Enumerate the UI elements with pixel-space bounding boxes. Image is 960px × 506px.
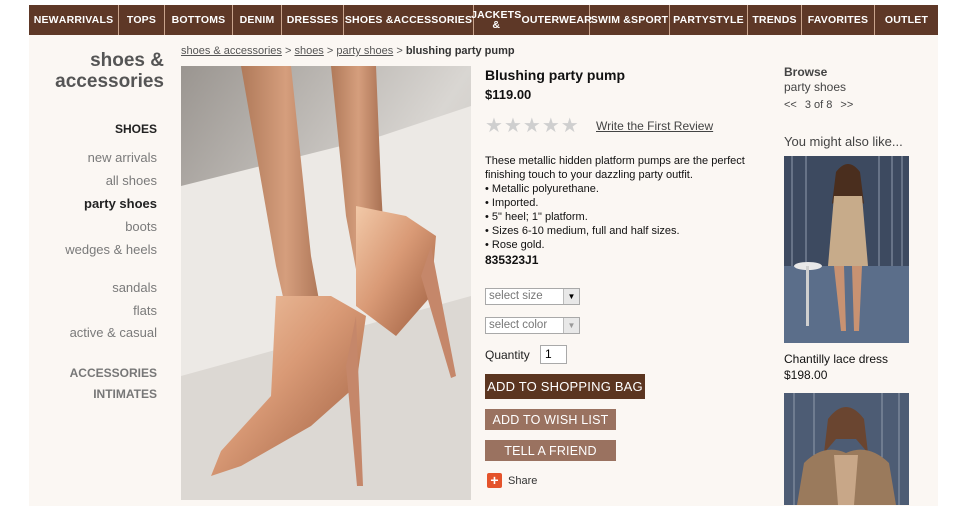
nav-item-jackets-outerwear[interactable]: JACKETS & OUTERWEAR bbox=[471, 5, 592, 35]
quantity-label: Quantity bbox=[485, 348, 530, 362]
browse-pager: << 3 of 8 >> bbox=[784, 99, 853, 111]
next-product-button[interactable]: >> bbox=[840, 99, 853, 111]
product-description: These metallic hidden platform pumps are… bbox=[485, 154, 775, 267]
breadcrumb-separator: > bbox=[326, 45, 334, 57]
breadcrumb-current: blushing party pump bbox=[405, 45, 515, 57]
description-text: These metallic hidden platform pumps are… bbox=[485, 155, 745, 181]
feature-item: • Imported. bbox=[485, 197, 539, 209]
nav-item-outlet[interactable]: OUTLET bbox=[875, 5, 938, 35]
sidebar-section-label: ACCESSORIES bbox=[69, 366, 157, 380]
breadcrumb-separator: > bbox=[284, 45, 292, 57]
star-icon[interactable]: ★ bbox=[542, 116, 560, 136]
sidebar-item-label: boots bbox=[125, 219, 157, 234]
breadcrumb-link-shoes[interactable]: shoes bbox=[294, 45, 323, 57]
product-image[interactable] bbox=[181, 66, 471, 500]
sidebar-item-accessories[interactable]: ACCESSORIES bbox=[40, 366, 157, 380]
feature-list: • Metallic polyurethane. • Imported. • 5" … bbox=[485, 182, 775, 252]
sidebar-item-label: flats bbox=[133, 303, 157, 318]
write-review-link[interactable]: Write the First Review bbox=[596, 119, 713, 133]
nav-item-shoes-accessories[interactable]: SHOES & ACCESSORIES bbox=[344, 5, 474, 35]
sidebar-item-sandals[interactable]: sandals bbox=[40, 280, 157, 295]
product-sku: 835323J1 bbox=[485, 253, 539, 267]
nav-item-new-arrivals[interactable]: NEW ARRIVALS bbox=[29, 5, 119, 35]
sidebar-item-label: sandals bbox=[112, 280, 157, 295]
star-icon[interactable]: ★ bbox=[485, 116, 503, 136]
sidebar-item-active-casual[interactable]: active & casual bbox=[40, 325, 157, 340]
sidebar-item-wedges-heels[interactable]: wedges & heels bbox=[40, 242, 157, 257]
nav-item-dresses[interactable]: DRESSES bbox=[282, 5, 344, 35]
product-photo-shoe bbox=[181, 66, 471, 500]
sidebar-heading-label: SHOES bbox=[114, 122, 157, 136]
top-navigation: NEW ARRIVALS TOPS BOTTOMS DENIM DRESSES SHOES … bbox=[29, 5, 938, 35]
nav-item-favorites[interactable]: FAVORITES bbox=[802, 5, 875, 35]
product-price: $119.00 bbox=[485, 87, 532, 102]
recommendation-image-fur-jacket[interactable] bbox=[784, 393, 909, 505]
size-select-value: select size bbox=[489, 290, 543, 302]
product-title: Blushing party pump bbox=[485, 67, 625, 83]
color-select-value: select color bbox=[489, 319, 548, 331]
jacket-photo bbox=[784, 393, 909, 505]
sidebar-item-new-arrivals[interactable]: new arrivals bbox=[40, 150, 157, 165]
recommendation-image-lace-dress[interactable] bbox=[784, 156, 909, 343]
quantity-input[interactable]: 1 bbox=[540, 345, 567, 364]
sidebar-item-label: new arrivals bbox=[87, 150, 157, 165]
breadcrumb-link-shoes-accessories[interactable]: shoes & accessories bbox=[181, 45, 282, 57]
sidebar-heading-shoes[interactable]: SHOES bbox=[40, 122, 157, 136]
nav-item-swim-sport[interactable]: SWIM & SPORT bbox=[590, 5, 670, 35]
sidebar-item-label: active & casual bbox=[69, 325, 157, 340]
star-icon[interactable]: ★ bbox=[523, 116, 541, 136]
browse-title: Browse bbox=[784, 65, 828, 79]
share-label: Share bbox=[508, 474, 538, 487]
recommendations-title: You might also like... bbox=[784, 134, 903, 149]
sidebar-section-label: INTIMATES bbox=[93, 387, 157, 401]
nav-item-denim[interactable]: DENIM bbox=[233, 5, 282, 35]
sidebar-item-party-shoes[interactable]: party shoes bbox=[40, 196, 157, 211]
nav-item-party-style[interactable]: PARTY STYLE bbox=[670, 5, 748, 35]
dropdown-arrow-icon: ▼ bbox=[563, 289, 579, 304]
sidebar-item-label: all shoes bbox=[105, 173, 157, 188]
sidebar-item-flats[interactable]: flats bbox=[40, 303, 157, 318]
feature-item: • Sizes 6-10 medium, full and half sizes… bbox=[485, 225, 680, 237]
plus-icon: + bbox=[487, 473, 502, 488]
star-icon[interactable]: ★ bbox=[561, 116, 579, 136]
browse-category: party shoes bbox=[784, 80, 847, 94]
nav-item-tops[interactable]: TOPS bbox=[119, 5, 165, 35]
nav-item-trends[interactable]: TRENDS bbox=[748, 5, 802, 35]
breadcrumb-link-party-shoes[interactable]: party shoes bbox=[336, 45, 393, 57]
category-title: shoes & accessories bbox=[55, 50, 164, 92]
feature-item: • 5" heel; 1" platform. bbox=[485, 211, 588, 223]
nav-item-bottoms[interactable]: BOTTOMS bbox=[165, 5, 233, 35]
star-icon[interactable]: ★ bbox=[504, 116, 522, 136]
sidebar-item-intimates[interactable]: INTIMATES bbox=[40, 387, 157, 401]
breadcrumb: shoes & accessories > shoes > party shoe… bbox=[181, 45, 515, 57]
sidebar-item-label: party shoes bbox=[84, 196, 157, 211]
breadcrumb-separator: > bbox=[396, 45, 403, 57]
sidebar-item-boots[interactable]: boots bbox=[40, 219, 157, 234]
feature-item: • Metallic polyurethane. bbox=[485, 183, 599, 195]
add-to-wishlist-button[interactable]: ADD TO WISH LIST bbox=[485, 409, 616, 430]
previous-product-button[interactable]: << bbox=[784, 99, 797, 111]
recommendation-name[interactable]: Chantilly lace dress bbox=[784, 352, 888, 366]
dress-photo bbox=[784, 156, 909, 343]
recommendation-price: $198.00 bbox=[784, 368, 828, 382]
rating-stars[interactable]: ★ ★ ★ ★ ★ bbox=[485, 116, 579, 136]
add-to-bag-button[interactable]: ADD TO SHOPPING BAG bbox=[485, 374, 645, 399]
size-select[interactable]: select size ▼ bbox=[485, 288, 580, 305]
feature-item: • Rose gold. bbox=[485, 239, 545, 251]
tell-a-friend-button[interactable]: TELL A FRIEND bbox=[485, 440, 616, 461]
sidebar-item-label: wedges & heels bbox=[65, 242, 157, 257]
pager-position: 3 of 8 bbox=[804, 99, 833, 111]
color-select[interactable]: select color ▼ bbox=[485, 317, 580, 334]
share-button[interactable]: + Share bbox=[487, 473, 537, 488]
sidebar-item-all-shoes[interactable]: all shoes bbox=[40, 173, 157, 188]
dropdown-arrow-icon: ▼ bbox=[563, 318, 579, 333]
